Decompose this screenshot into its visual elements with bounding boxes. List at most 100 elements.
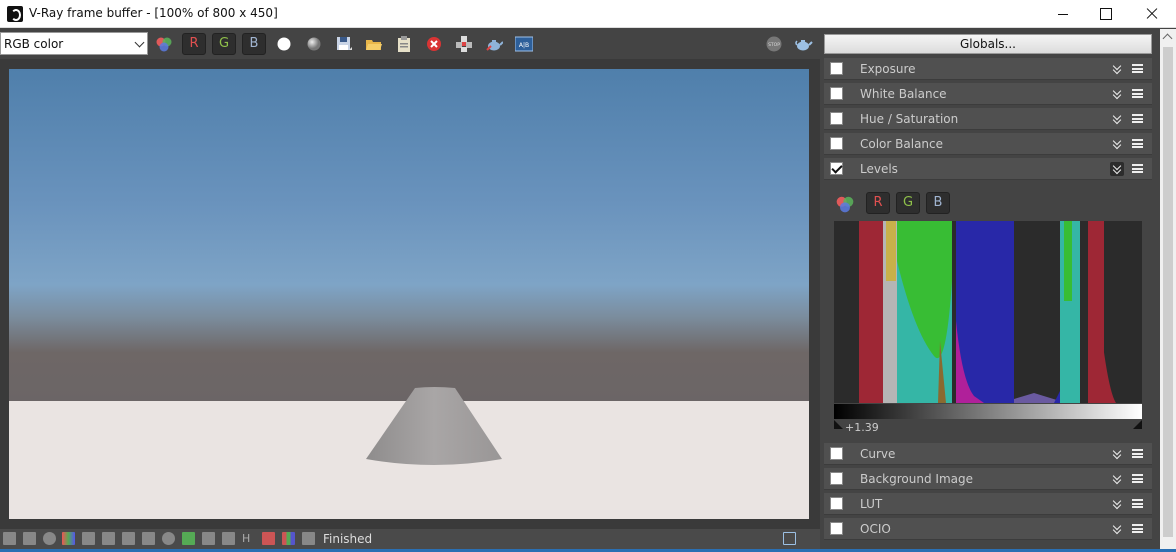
blue-channel-button[interactable]: B [242, 33, 266, 55]
menu-icon[interactable] [1132, 474, 1143, 483]
background-image-checkbox[interactable] [830, 472, 843, 485]
svg-text:A|B: A|B [519, 42, 529, 49]
globals-button[interactable]: Globals... [824, 34, 1152, 54]
hue-saturation-checkbox[interactable] [830, 112, 843, 125]
history-icon[interactable] [23, 532, 36, 545]
minimize-button[interactable] [1040, 0, 1086, 28]
background-image-icon[interactable] [182, 532, 195, 545]
clipboard-icon[interactable] [395, 35, 413, 53]
red-channel-button[interactable]: R [182, 33, 206, 55]
teapot-render-icon[interactable] [485, 35, 503, 53]
rollout-label: Hue / Saturation [860, 112, 959, 126]
menu-icon[interactable] [1132, 139, 1143, 148]
settings-icon[interactable] [162, 532, 175, 545]
rollout-color-balance[interactable]: Color Balance [824, 133, 1152, 155]
rollout-background-image[interactable]: Background Image [824, 468, 1152, 490]
rollout-ocio[interactable]: OCIO [824, 518, 1152, 540]
rollout-exposure[interactable]: Exposure [824, 58, 1152, 80]
monochrome-icon[interactable] [305, 35, 323, 53]
scrollbar-thumb[interactable] [1163, 47, 1173, 537]
expand-icon[interactable] [1110, 87, 1124, 101]
toolbar: RGB color R G B A|B STOP [0, 29, 820, 59]
save-icon[interactable] [335, 35, 353, 53]
info-icon[interactable] [43, 532, 56, 545]
expand-icon[interactable] [1110, 497, 1124, 511]
rollout-label: Levels [860, 162, 898, 176]
menu-icon[interactable] [1132, 164, 1143, 173]
menu-icon[interactable] [1132, 89, 1143, 98]
levels-rgb-channels-icon[interactable] [835, 194, 855, 214]
histogram-icon[interactable] [122, 532, 135, 545]
levels-black-point-handle[interactable] [834, 420, 843, 429]
lut-icon[interactable] [202, 532, 215, 545]
region-render-icon[interactable] [455, 35, 473, 53]
icc-icon[interactable]: H [242, 532, 255, 545]
color-balance-checkbox[interactable] [830, 137, 843, 150]
close-window-button[interactable] [1128, 0, 1174, 28]
expand-icon[interactable] [1110, 472, 1124, 486]
chevron-down-icon[interactable] [803, 532, 816, 545]
rollout-curve[interactable]: Curve [824, 443, 1152, 465]
expand-icon[interactable] [1110, 447, 1124, 461]
rollout-label: Exposure [860, 62, 916, 76]
open-folder-icon[interactable] [365, 35, 383, 53]
curve-checkbox[interactable] [830, 447, 843, 460]
levels-red-button[interactable]: R [866, 192, 890, 214]
channel-select-value: RGB color [4, 37, 64, 51]
scroll-up-icon[interactable] [1162, 33, 1173, 44]
lut-checkbox[interactable] [830, 497, 843, 510]
window-title: V-Ray frame buffer - [100% of 800 x 450] [29, 6, 278, 20]
levels-checkbox[interactable] [830, 162, 843, 175]
color-corrections-icon[interactable] [62, 532, 75, 545]
lens-effects-icon[interactable] [3, 532, 16, 545]
expand-icon[interactable] [1110, 62, 1124, 76]
rollout-lut[interactable]: LUT [824, 493, 1152, 515]
rollout-label: LUT [860, 497, 883, 511]
alpha-white-icon[interactable] [275, 35, 293, 53]
levels-rollout-body: R G B +1.39 [824, 183, 1152, 439]
menu-icon[interactable] [1132, 499, 1143, 508]
compare-ab-icon[interactable]: A|B [515, 35, 533, 53]
compare-icon[interactable] [262, 532, 275, 545]
hsl-icon[interactable] [82, 532, 95, 545]
status-text: Finished [323, 532, 373, 546]
maximize-button[interactable] [1082, 0, 1128, 28]
menu-icon[interactable] [1132, 449, 1143, 458]
color-channels-icon[interactable] [155, 35, 173, 53]
pixel-aspect-icon[interactable] [302, 532, 315, 545]
white-balance-checkbox[interactable] [830, 87, 843, 100]
collapse-icon[interactable] [1110, 162, 1124, 176]
status-bar: H Finished [0, 529, 820, 549]
clear-image-icon[interactable] [425, 35, 443, 53]
rollout-label: OCIO [860, 522, 891, 536]
green-channel-button[interactable]: G [212, 33, 236, 55]
title-bar: V-Ray frame buffer - [100% of 800 x 450] [0, 0, 1176, 28]
expand-icon[interactable] [1110, 112, 1124, 126]
ocio-icon[interactable] [222, 532, 235, 545]
curve-icon[interactable] [142, 532, 155, 545]
color-clamp-icon[interactable] [282, 532, 295, 545]
expand-icon[interactable] [1110, 522, 1124, 536]
levels-blue-button[interactable]: B [926, 192, 950, 214]
rollout-hue-saturation[interactable]: Hue / Saturation [824, 108, 1152, 130]
render-viewport[interactable] [0, 59, 820, 529]
panel-scrollbar[interactable] [1160, 29, 1176, 549]
levels-histogram[interactable] [834, 221, 1142, 403]
levels-icon[interactable] [102, 532, 115, 545]
channel-select[interactable]: RGB color [0, 32, 148, 55]
ocio-checkbox[interactable] [830, 522, 843, 535]
menu-icon[interactable] [1132, 64, 1143, 73]
menu-icon[interactable] [1132, 524, 1143, 533]
rollout-white-balance[interactable]: White Balance [824, 83, 1152, 105]
exposure-checkbox[interactable] [830, 62, 843, 75]
rollout-levels[interactable]: Levels [824, 158, 1152, 180]
levels-white-point-handle[interactable] [1133, 420, 1142, 429]
expand-icon[interactable] [1110, 137, 1124, 151]
menu-icon[interactable] [1132, 114, 1143, 123]
dock-window-icon[interactable] [783, 532, 796, 545]
levels-gradient-bar[interactable] [834, 404, 1142, 419]
color-corrections-panel: Globals... Exposure White Balance Hue / … [820, 29, 1160, 549]
levels-green-button[interactable]: G [896, 192, 920, 214]
stop-render-icon[interactable]: STOP [765, 35, 783, 53]
render-teapot-icon[interactable] [795, 35, 813, 53]
